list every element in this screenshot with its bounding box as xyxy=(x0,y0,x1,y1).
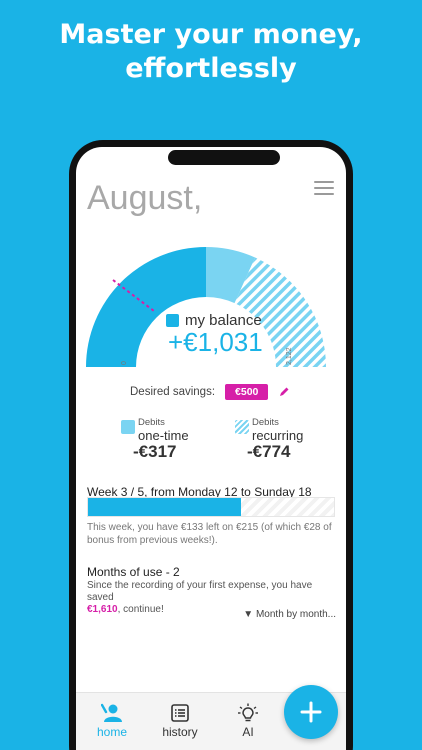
tab-history[interactable]: history xyxy=(150,703,210,739)
debits-recurring-swatch xyxy=(235,420,249,434)
add-expense-button[interactable] xyxy=(284,685,338,739)
lightbulb-icon xyxy=(238,703,258,722)
gauge-max-label: 2,122 xyxy=(286,347,293,365)
plus-icon xyxy=(300,701,322,723)
pencil-icon[interactable] xyxy=(278,386,290,398)
balance-legend-swatch xyxy=(166,313,179,327)
debits-recurring-small: Debits xyxy=(252,417,279,428)
month-title: August, xyxy=(87,179,203,217)
debits-one-time-swatch xyxy=(121,420,135,434)
hamburger-menu-icon[interactable] xyxy=(314,181,334,195)
months-summary-before: Since the recording of your first expens… xyxy=(87,580,313,603)
desired-savings-row: Desired savings: €500 xyxy=(130,383,290,401)
months-summary-after: , continue! xyxy=(117,604,164,615)
debits-one-time-small: Debits xyxy=(138,417,165,428)
months-title: Months of use - 2 xyxy=(87,565,180,579)
tab-ai-label: AI xyxy=(242,725,254,739)
balance-label-text: my balance xyxy=(185,311,262,329)
balance-value: +€1,031 xyxy=(168,327,263,357)
months-saved-amount: €1,610 xyxy=(87,604,118,615)
debits-recurring-label: recurring xyxy=(252,428,304,443)
week-progress-fill xyxy=(88,498,241,516)
week-summary: This week, you have €133 left on €215 (o… xyxy=(87,522,332,546)
desired-savings-label: Desired savings: xyxy=(130,386,216,398)
tab-home[interactable]: home xyxy=(82,703,142,739)
debits-recurring-amount: -€774 xyxy=(247,442,291,461)
gauge-min-label: 0 xyxy=(121,361,128,365)
phone-notch xyxy=(168,150,280,165)
history-list-icon xyxy=(171,704,189,722)
tab-ai[interactable]: AI xyxy=(218,703,278,739)
app-screen: August, 0 2,122 my balance +€1,031 Desir… xyxy=(76,147,346,750)
desired-savings-badge[interactable]: €500 xyxy=(225,384,269,400)
promo-headline-line2: effortlessly xyxy=(125,53,297,84)
promo-headline-line1: Master your money, xyxy=(59,19,363,50)
promo-headline: Master your money, effortlessly xyxy=(0,18,422,86)
tab-history-label: history xyxy=(162,725,198,739)
debits-one-time-amount: -€317 xyxy=(133,442,177,461)
week-progress-bar xyxy=(87,497,335,517)
month-by-month-link[interactable]: ▼ Month by month... xyxy=(243,609,336,620)
debits-one-time-label: one-time xyxy=(138,428,189,443)
home-user-icon xyxy=(101,703,122,722)
tab-home-label: home xyxy=(96,725,128,739)
